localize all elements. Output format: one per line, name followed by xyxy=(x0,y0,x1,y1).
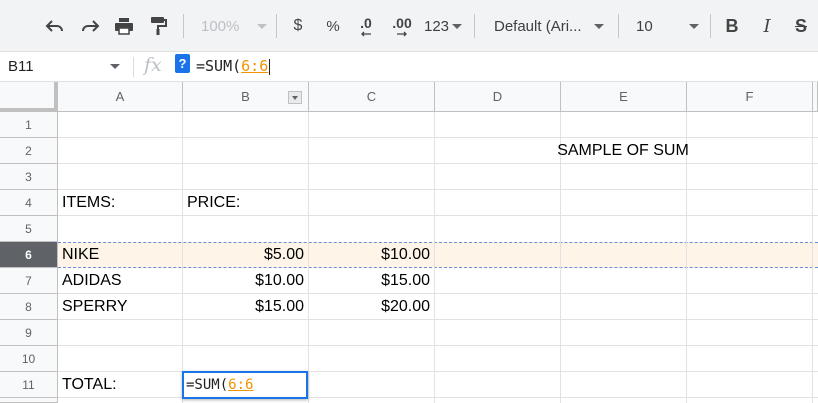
grid-line xyxy=(58,345,818,346)
toolbar-separator xyxy=(710,14,711,38)
decrease-decimal-label: .0 xyxy=(360,15,372,31)
paint-format-icon[interactable] xyxy=(146,10,170,42)
number-format-select[interactable]: 123 xyxy=(424,10,463,42)
row-header-1[interactable]: 1 xyxy=(0,112,58,138)
row-header-2[interactable]: 2 xyxy=(0,138,58,164)
column-header-a[interactable]: A xyxy=(58,82,183,112)
row-header-3[interactable]: 3 xyxy=(0,164,58,190)
font-size-value: 10 xyxy=(636,17,653,35)
select-all-corner[interactable] xyxy=(0,82,58,112)
bold-button[interactable]: B xyxy=(722,10,742,42)
cell-editor-text: =SUM( xyxy=(186,377,229,393)
row-header-12[interactable] xyxy=(0,398,58,403)
cell-a4[interactable]: ITEMS: xyxy=(58,190,182,216)
row-header-10[interactable]: 10 xyxy=(0,346,58,372)
row-header-11[interactable]: 11 xyxy=(0,372,58,398)
zoom-value: 100% xyxy=(201,17,240,35)
cell-c7[interactable]: $15.00 xyxy=(309,268,434,294)
chevron-down-icon xyxy=(110,64,120,69)
chevron-down-icon xyxy=(688,23,699,29)
toolbar-separator xyxy=(276,14,277,38)
cell-b8[interactable]: $15.00 xyxy=(183,294,308,320)
cell-c8[interactable]: $20.00 xyxy=(309,294,434,320)
row-header-5[interactable]: 5 xyxy=(0,216,58,242)
percent-button[interactable]: % xyxy=(322,10,344,42)
column-header-f[interactable]: F xyxy=(687,82,813,112)
formula-reference: 6:6 xyxy=(241,57,269,75)
zoom-select[interactable]: 100% xyxy=(201,10,268,42)
cell-a11[interactable]: TOTAL: xyxy=(58,372,182,398)
column-header-c[interactable]: C xyxy=(309,82,435,112)
number-format-value: 123 xyxy=(424,17,450,35)
cell-a6[interactable]: NIKE xyxy=(58,242,182,268)
cell-b11-editor[interactable]: =SUM(6:6 xyxy=(182,371,308,399)
row-header-4[interactable]: 4 xyxy=(0,190,58,216)
row-header-6[interactable]: 6 xyxy=(0,242,58,268)
print-icon[interactable] xyxy=(112,10,136,42)
column-header-e[interactable]: E xyxy=(561,82,687,112)
font-family-value: Default (Ari... xyxy=(494,17,582,35)
column-header-d[interactable]: D xyxy=(435,82,561,112)
toolbar-separator xyxy=(618,14,619,38)
grid-line xyxy=(434,112,435,403)
fx-icon: fx xyxy=(144,54,162,76)
column-header-b[interactable]: B xyxy=(183,82,309,112)
increase-decimal-button[interactable]: .00 xyxy=(388,10,416,42)
undo-icon[interactable] xyxy=(42,10,68,42)
font-family-select[interactable]: Default (Ari... xyxy=(494,10,604,42)
toolbar: 100% $ % .0 .00 123 Default (Ari... 10 B… xyxy=(0,0,818,52)
redo-icon[interactable] xyxy=(77,10,103,42)
name-box[interactable]: B11 xyxy=(0,52,128,81)
arrow-right-icon xyxy=(397,31,407,37)
cell-b7[interactable]: $10.00 xyxy=(183,268,308,294)
toolbar-separator xyxy=(183,14,184,38)
cell-c6[interactable]: $10.00 xyxy=(309,242,434,268)
cell-e2-title[interactable]: SAMPLE OF SUM xyxy=(497,138,749,164)
chevron-down-icon xyxy=(452,23,463,29)
formula-bar-separator xyxy=(133,57,134,77)
formula-help-icon[interactable]: ? xyxy=(175,54,190,73)
cell-a8[interactable]: SPERRY xyxy=(58,294,182,320)
currency-button[interactable]: $ xyxy=(288,10,308,42)
cell-a7[interactable]: ADIDAS xyxy=(58,268,182,294)
chevron-down-icon xyxy=(593,23,604,29)
chevron-down-icon xyxy=(257,23,268,29)
toolbar-separator xyxy=(474,14,475,38)
column-header-label: B xyxy=(241,89,250,104)
font-size-select[interactable]: 10 xyxy=(636,10,699,42)
spreadsheet-grid: A B C D E F 1 2 3 4 5 6 7 8 9 10 11 SAMP… xyxy=(0,82,818,403)
formula-bar: B11 fx ? =SUM(6:6 xyxy=(0,52,818,82)
strikethrough-button[interactable]: S xyxy=(791,10,811,42)
increase-decimal-label: .00 xyxy=(392,15,412,31)
row-header-9[interactable]: 9 xyxy=(0,320,58,346)
formula-text: =SUM( xyxy=(196,57,242,75)
cell-b6[interactable]: $5.00 xyxy=(183,242,308,268)
name-box-value: B11 xyxy=(8,58,34,75)
arrow-left-icon xyxy=(361,31,371,37)
decrease-decimal-button[interactable]: .0 xyxy=(354,10,378,42)
cell-editor-reference: 6:6 xyxy=(228,377,254,393)
italic-button[interactable]: I xyxy=(757,10,777,42)
grid-line xyxy=(812,112,813,403)
formula-input[interactable]: =SUM(6:6 xyxy=(196,57,271,75)
column-header-g[interactable] xyxy=(813,82,818,112)
row-header-8[interactable]: 8 xyxy=(0,294,58,320)
text-cursor xyxy=(269,58,271,75)
cell-b4[interactable]: PRICE: xyxy=(183,190,308,216)
row-header-7[interactable]: 7 xyxy=(0,268,58,294)
column-menu-icon[interactable] xyxy=(288,91,302,104)
